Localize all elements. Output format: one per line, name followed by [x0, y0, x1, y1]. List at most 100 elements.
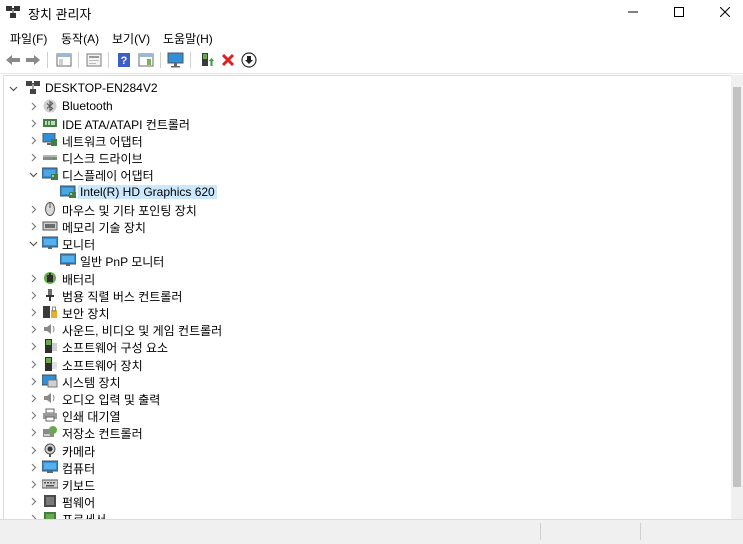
- tree-category-item[interactable]: 키보드: [4, 476, 704, 493]
- speaker-icon: [44, 392, 55, 403]
- chevron-right-icon[interactable]: [29, 463, 38, 472]
- show-hide-console-tree-icon: [56, 53, 72, 67]
- chevron-right-icon[interactable]: [29, 119, 38, 128]
- software-device-icon: [45, 356, 57, 371]
- chevron-right-icon[interactable]: [29, 308, 38, 317]
- chevron-right-icon[interactable]: [29, 411, 38, 420]
- tree-category-item[interactable]: 펌웨어: [4, 493, 704, 510]
- properties-button[interactable]: [85, 51, 103, 69]
- tree-category-item[interactable]: 인쇄 대기열: [4, 407, 704, 424]
- tree-device-item[interactable]: 일반 PnP 모니터: [4, 252, 704, 269]
- tree-category-item[interactable]: Bluetooth: [4, 98, 704, 115]
- tree-category-item[interactable]: 시스템 장치: [4, 373, 704, 390]
- back-button[interactable]: [4, 51, 22, 69]
- status-cell: [540, 523, 541, 540]
- speaker-icon: [44, 324, 55, 335]
- tree-category-item[interactable]: 보안 장치: [4, 304, 704, 321]
- device-tree[interactable]: DESKTOP-EN284V2 Bluetooth IDE ATA/ATAPI 컨…: [3, 75, 732, 520]
- scan-hardware-button[interactable]: [167, 51, 185, 69]
- chevron-right-icon[interactable]: [29, 497, 38, 506]
- tree-item-label: 컴퓨터: [62, 461, 96, 476]
- chevron-right-icon[interactable]: [29, 342, 38, 351]
- menu-view[interactable]: 보기(V): [112, 30, 150, 47]
- tree-item-label: 모니터: [62, 238, 96, 253]
- tree-category-item[interactable]: IDE ATA/ATAPI 컨트롤러: [4, 115, 704, 132]
- chevron-right-icon[interactable]: [29, 325, 38, 334]
- maximize-button[interactable]: [656, 0, 702, 24]
- tree-item-label: 카메라: [62, 444, 96, 459]
- update-driver-button[interactable]: [198, 51, 216, 69]
- menu-file[interactable]: 파일(F): [10, 30, 47, 47]
- chevron-right-icon[interactable]: [29, 136, 38, 145]
- tree-item-label: 인쇄 대기열: [62, 410, 121, 425]
- title-bar[interactable]: 장치 관리자: [0, 0, 743, 24]
- ide-controller-icon: [43, 118, 57, 127]
- storage-controller-icon: [43, 426, 57, 438]
- action-pane-button[interactable]: [137, 51, 155, 69]
- menu-help[interactable]: 도움말(H): [163, 30, 213, 47]
- chevron-right-icon[interactable]: [29, 377, 38, 386]
- show-hide-console-tree-button[interactable]: [55, 51, 73, 69]
- close-button[interactable]: [702, 0, 743, 24]
- tree-category-item[interactable]: 범용 직렬 버스 컨트롤러: [4, 287, 704, 304]
- camera-icon: [44, 443, 56, 457]
- tree-category-item[interactable]: 메모리 기술 장치: [4, 218, 704, 235]
- chevron-right-icon[interactable]: [29, 360, 38, 369]
- tree-category-item[interactable]: 사운드, 비디오 및 게임 컨트롤러: [4, 321, 704, 338]
- tree-category-item[interactable]: 소프트웨어 장치: [4, 356, 704, 373]
- tree-category-item[interactable]: 마우스 및 기타 포인팅 장치: [4, 201, 704, 218]
- help-button[interactable]: ?: [115, 51, 133, 69]
- chevron-down-icon[interactable]: [29, 239, 38, 248]
- properties-icon: [86, 53, 102, 67]
- minimize-icon: [628, 11, 638, 13]
- chevron-right-icon[interactable]: [29, 222, 38, 231]
- menu-action[interactable]: 동작(A): [61, 30, 99, 47]
- tree-root[interactable]: DESKTOP-EN284V2: [4, 80, 304, 97]
- software-component-icon: [45, 339, 57, 354]
- display-adapter-icon: [60, 185, 76, 198]
- chevron-down-icon[interactable]: [29, 170, 38, 179]
- scan-hardware-icon: [167, 52, 184, 68]
- bluetooth-icon: [43, 99, 57, 112]
- tree-category-item[interactable]: 컴퓨터: [4, 459, 704, 476]
- chevron-right-icon[interactable]: [29, 291, 38, 300]
- tree-category-item[interactable]: 소프트웨어 구성 요소: [4, 338, 704, 355]
- tree-category-item[interactable]: 네트워크 어댑터: [4, 132, 704, 149]
- tree-category-item[interactable]: 모니터: [4, 235, 704, 252]
- tree-category-item[interactable]: 오디오 입력 및 출력: [4, 390, 704, 407]
- chevron-right-icon[interactable]: [29, 153, 38, 162]
- tree-category-item[interactable]: 카메라: [4, 442, 704, 459]
- firmware-icon: [44, 495, 56, 508]
- tree-item-label: 마우스 및 기타 포인팅 장치: [62, 203, 197, 218]
- tree-category-item[interactable]: 저장소 컨트롤러: [4, 424, 704, 441]
- monitor-icon: [42, 236, 58, 250]
- chevron-down-icon[interactable]: [9, 84, 18, 93]
- toolbar: ?: [0, 47, 743, 74]
- minimize-button[interactable]: [610, 0, 656, 24]
- forward-button[interactable]: [24, 51, 42, 69]
- tree-item-label: Intel(R) HD Graphics 620: [78, 184, 217, 199]
- tree-item-label: 소프트웨어 장치: [62, 358, 143, 373]
- tree-item-label: 배터리: [62, 272, 96, 287]
- chevron-right-icon[interactable]: [29, 428, 38, 437]
- chevron-right-icon[interactable]: [29, 394, 38, 403]
- scrollbar-thumb[interactable]: [733, 87, 741, 487]
- tree-item-label: 범용 직렬 버스 컨트롤러: [62, 289, 183, 304]
- tree-category-item[interactable]: 배터리: [4, 270, 704, 287]
- chevron-right-icon[interactable]: [29, 480, 38, 489]
- tree-category-item[interactable]: 디스크 드라이브: [4, 149, 704, 166]
- chevron-right-icon[interactable]: [29, 205, 38, 214]
- maximize-icon: [674, 7, 684, 17]
- tree-item-label: IDE ATA/ATAPI 컨트롤러: [62, 117, 190, 132]
- vertical-scrollbar[interactable]: [731, 75, 743, 519]
- download-driver-icon: [241, 52, 257, 68]
- tree-category-item[interactable]: 디스플레이 어댑터: [4, 166, 704, 183]
- network-adapter-icon: [42, 132, 57, 146]
- chevron-right-icon[interactable]: [29, 446, 38, 455]
- uninstall-device-button[interactable]: [219, 51, 237, 69]
- chevron-right-icon[interactable]: [29, 102, 38, 111]
- chevron-right-icon[interactable]: [29, 274, 38, 283]
- tree-device-item[interactable]: Intel(R) HD Graphics 620: [4, 184, 704, 201]
- download-driver-button[interactable]: [240, 51, 258, 69]
- window-title: 장치 관리자: [28, 7, 92, 22]
